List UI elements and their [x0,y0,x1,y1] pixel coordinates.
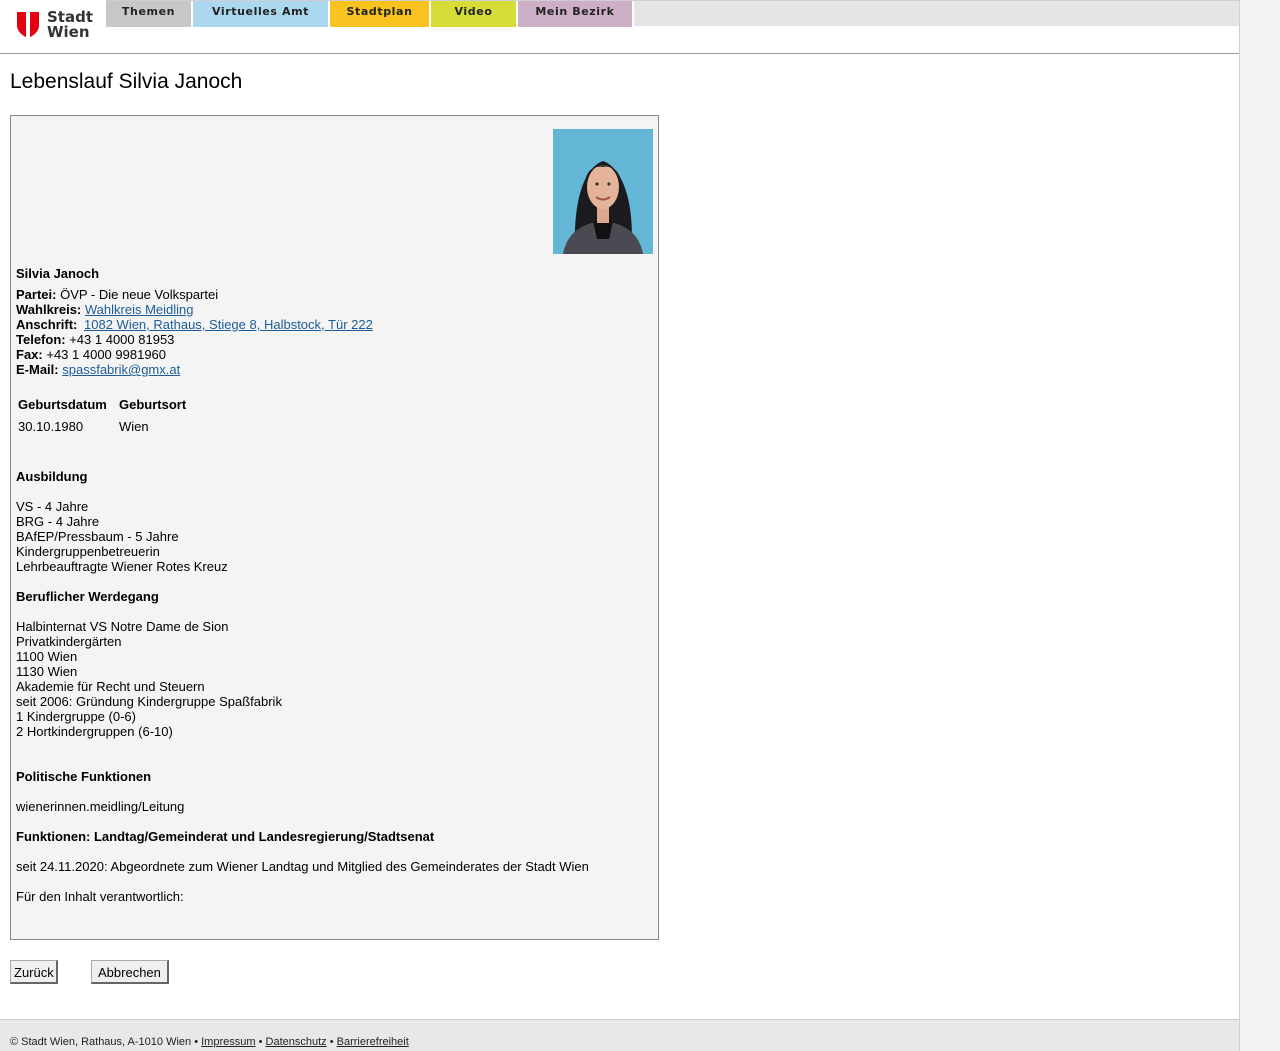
beruf-item: Akademie für Recht und Steuern [16,679,205,694]
stadt-wien-logo[interactable]: Stadt Wien [0,0,106,53]
cv-card: Silvia Janoch Partei: ÖVP - Die neue Vol… [10,115,659,940]
footer-link-impressum[interactable]: Impressum [201,1036,255,1048]
footer-link-barrierefreiheit[interactable]: Barrierefreiheit [337,1036,409,1048]
email-label: E-Mail: [16,362,59,377]
beruf-item: 1 Kindergruppe (0-6) [16,709,136,724]
ausbildung-heading: Ausbildung [16,469,88,484]
beruf-heading: Beruflicher Werdegang [16,589,159,604]
wahlkreis-row: Wahlkreis: Wahlkreis Meidling [16,302,194,317]
ausbildung-item: Lehrbeauftragte Wiener Rotes Kreuz [16,559,228,574]
telefon-row: Telefon: +43 1 4000 81953 [16,332,174,347]
logo-text: Stadt Wien [47,10,93,40]
footer-separator: • [329,1036,334,1048]
ausbildung-item: Kindergruppenbetreuerin [16,544,160,559]
footer-separator: • [258,1036,263,1048]
partei-value: ÖVP - Die neue Volkspartei [60,287,219,302]
fax-label: Fax: [16,347,43,362]
birth-place-value: Wien [119,419,149,434]
nav-tab-video[interactable]: Video [431,1,518,27]
profile-name: Silvia Janoch [16,266,100,281]
site-header: Stadt Wien Themen Virtuelles Amt Stadtpl… [0,0,1239,54]
ausbildung-item: BAfEP/Pressbaum - 5 Jahre [16,529,179,544]
site-footer: © Stadt Wien, Rathaus, A-1010 Wien • Imp… [0,1019,1239,1051]
wahlkreis-label: Wahlkreis: [16,302,82,317]
page-title: Lebenslauf Silvia Janoch [10,70,243,93]
email-link[interactable]: spassfabrik@gmx.at [62,362,180,377]
partei-label: Partei: [16,287,57,302]
wahlkreis-link[interactable]: Wahlkreis Meidling [85,302,194,317]
beruf-item: 2 Hortkindergruppen (6-10) [16,724,173,739]
right-gutter [1239,0,1280,1051]
email-row: E-Mail: spassfabrik@gmx.at [16,362,180,377]
nav-tab-stadtplan[interactable]: Stadtplan [330,1,431,27]
birth-date-value: 30.10.1980 [18,419,84,434]
footer-link-datenschutz[interactable]: Datenschutz [266,1036,327,1048]
politik-heading: Politische Funktionen [16,769,152,784]
logo-line-2: Wien [47,23,90,41]
beruf-item: 1130 Wien [16,664,78,679]
anschrift-row: Anschrift: 1082 Wien, Rathaus, Stiege 8,… [16,317,373,332]
telefon-label: Telefon: [16,332,66,347]
wien-shield-icon [17,12,39,38]
verantwortlich-text: Für den Inhalt verantwortlich: [16,889,184,904]
birth-header-date: Geburtsdatum [18,397,107,412]
beruf-item: Halbinternat VS Notre Dame de Sion [16,619,229,634]
nav-tab-virtuelles-amt[interactable]: Virtuelles Amt [193,1,330,27]
fax-value: +43 1 4000 9981960 [46,347,167,362]
nav-tab-themen[interactable]: Themen [106,1,193,27]
funktionen-heading: Funktionen: Landtag/Gemeinderat und Land… [16,829,435,844]
beruf-item: 1100 Wien [16,649,78,664]
anschrift-link[interactable]: 1082 Wien, Rathaus, Stiege 8, Halbstock,… [84,317,373,332]
ausbildung-item: BRG - 4 Jahre [16,514,100,529]
main-navigation: Themen Virtuelles Amt Stadtplan Video Me… [106,0,1239,27]
footer-copyright: © Stadt Wien, Rathaus, A-1010 Wien • [10,1036,199,1048]
cancel-button[interactable]: Abbrechen [91,960,169,984]
partei-row: Partei: ÖVP - Die neue Volkspartei [16,287,218,302]
anschrift-label: Anschrift: [16,317,78,332]
birth-header-place: Geburtsort [119,397,187,412]
nav-tab-mein-bezirk[interactable]: Mein Bezirk [518,1,634,27]
ausbildung-item: VS - 4 Jahre [16,499,89,514]
funktionen-item: seit 24.11.2020: Abgeordnete zum Wiener … [16,859,589,874]
portrait-photo [553,129,653,254]
beruf-item: seit 2006: Gründung Kindergruppe Spaßfab… [16,694,282,709]
fax-row: Fax: +43 1 4000 9981960 [16,347,166,362]
telefon-value: +43 1 4000 81953 [69,332,175,347]
politik-item: wienerinnen.meidling/Leitung [16,799,185,814]
back-button[interactable]: Zurück [10,960,58,984]
beruf-item: Privatkindergärten [16,634,122,649]
